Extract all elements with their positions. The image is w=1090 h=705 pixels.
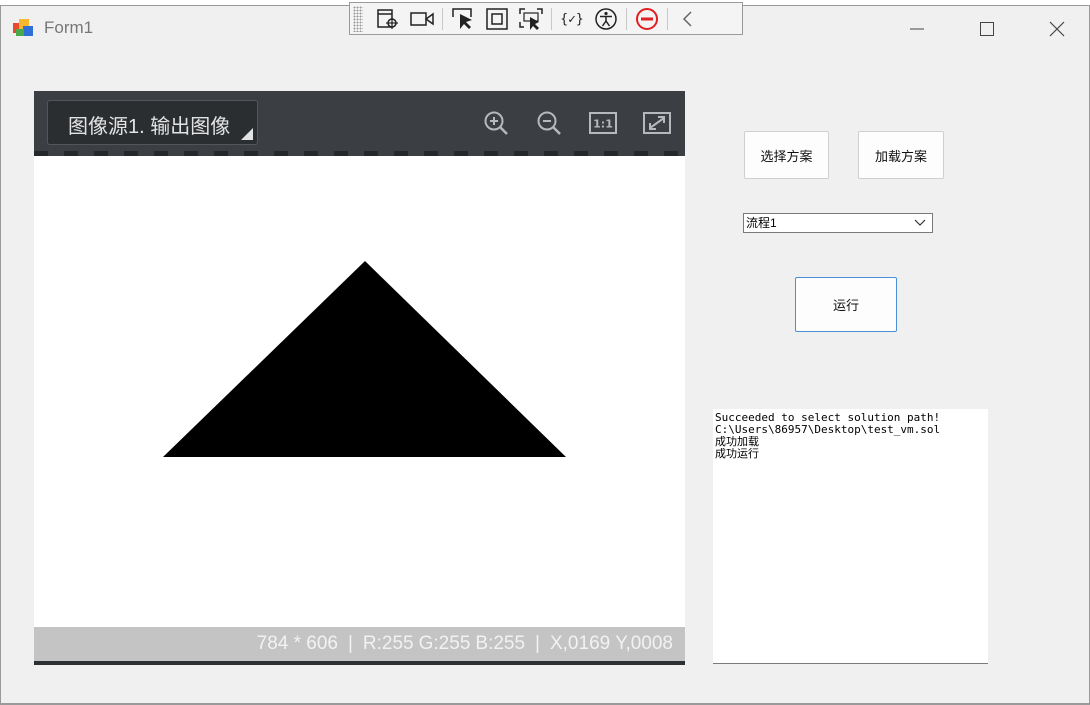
- debug-toolbar: {✓}: [349, 2, 743, 35]
- pointer-select-icon: [452, 7, 472, 29]
- log-line: Succeeded to select solution path!: [715, 412, 941, 424]
- image-source-select[interactable]: 图像源1. 输出图像: [47, 100, 258, 145]
- status-separator: |: [347, 633, 353, 654]
- status-x-coord: X,0169: [549, 633, 611, 654]
- zoom-in-icon: [484, 111, 508, 135]
- zoom-in-button[interactable]: [482, 109, 510, 137]
- window-title: Form1: [44, 18, 94, 37]
- process-combobox[interactable]: 流程1: [743, 213, 933, 233]
- binding-button[interactable]: {✓}: [555, 5, 589, 33]
- fit-window-icon: [643, 112, 671, 134]
- maximize-button[interactable]: [957, 6, 1017, 51]
- app-icon: [13, 19, 33, 36]
- main-window: Form1 图像源1. 输出图像 1:1 784 * 606 | R:255 G…: [0, 5, 1090, 705]
- minimize-button[interactable]: [887, 6, 947, 51]
- status-b-value: B:255: [475, 633, 526, 654]
- zoom-out-icon: [537, 111, 561, 135]
- viewer-bottom-border: [34, 661, 685, 665]
- black-triangle: [163, 261, 566, 457]
- status-y-coord: Y,0008: [615, 633, 673, 654]
- status-g-value: G:255: [418, 633, 471, 654]
- close-button[interactable]: [1027, 6, 1087, 51]
- load-scheme-button[interactable]: 加载方案: [858, 131, 944, 179]
- frame-button[interactable]: [480, 5, 514, 33]
- toolbar-separator: [551, 7, 552, 30]
- toolbar-grip[interactable]: [353, 5, 363, 32]
- toolbar-separator: [442, 7, 443, 30]
- binding-icon: {✓}: [560, 12, 583, 27]
- toolbar-separator: [667, 7, 668, 30]
- chevron-down-icon: [914, 219, 926, 226]
- frame-icon: [486, 7, 508, 30]
- image-status-bar: 784 * 606 | R:255 G:255 B:255 | X,0169 Y…: [34, 627, 685, 661]
- stop-button[interactable]: [630, 5, 664, 33]
- actual-size-label: 1:1: [593, 118, 613, 131]
- image-viewer: 图像源1. 输出图像 1:1 784 * 606 | R:255 G:255 B…: [34, 91, 685, 665]
- collapse-toolbar-button[interactable]: [671, 5, 705, 33]
- log-line: 成功运行: [715, 448, 759, 460]
- zoom-out-button[interactable]: [535, 109, 563, 137]
- track-focus-button[interactable]: [514, 5, 548, 33]
- select-element-icon: [377, 8, 398, 29]
- svg-text:{✓}: {✓}: [560, 12, 583, 27]
- log-line: 成功加载: [715, 436, 759, 448]
- pointer-select-button[interactable]: [446, 5, 480, 33]
- image-content: [163, 261, 566, 457]
- collapse-icon: [682, 10, 692, 27]
- stop-icon: [636, 7, 658, 30]
- actual-size-icon: 1:1: [589, 112, 617, 134]
- dropdown-corner-icon: [241, 128, 253, 140]
- record-icon: [410, 11, 434, 26]
- toolbar-separator: [626, 7, 627, 30]
- select-scheme-button[interactable]: 选择方案: [744, 131, 829, 179]
- process-combobox-value: 流程1: [746, 216, 777, 230]
- status-r-value: R:255: [362, 633, 414, 654]
- track-focus-icon: [519, 7, 543, 30]
- record-button[interactable]: [405, 5, 439, 33]
- image-source-label: 图像源1. 输出图像: [68, 116, 231, 138]
- actual-size-button[interactable]: 1:1: [589, 109, 617, 137]
- maximize-icon: [980, 21, 994, 36]
- select-element-button[interactable]: [371, 5, 405, 33]
- fit-window-button[interactable]: [643, 109, 671, 137]
- run-button[interactable]: 运行: [795, 277, 897, 332]
- close-icon: [1049, 21, 1065, 36]
- log-line: C:\Users\86957\Desktop\test_vm.sol: [715, 424, 941, 436]
- accessibility-icon: [595, 7, 617, 30]
- minimize-icon: [910, 28, 924, 29]
- output-log[interactable]: Succeeded to select solution path! C:\Us…: [713, 409, 988, 664]
- status-separator: |: [535, 633, 540, 654]
- status-image-size: 784 * 606: [256, 633, 338, 654]
- viewer-toolbar: 图像源1. 输出图像 1:1: [34, 91, 685, 156]
- image-canvas[interactable]: [34, 156, 685, 627]
- accessibility-button[interactable]: [589, 5, 623, 33]
